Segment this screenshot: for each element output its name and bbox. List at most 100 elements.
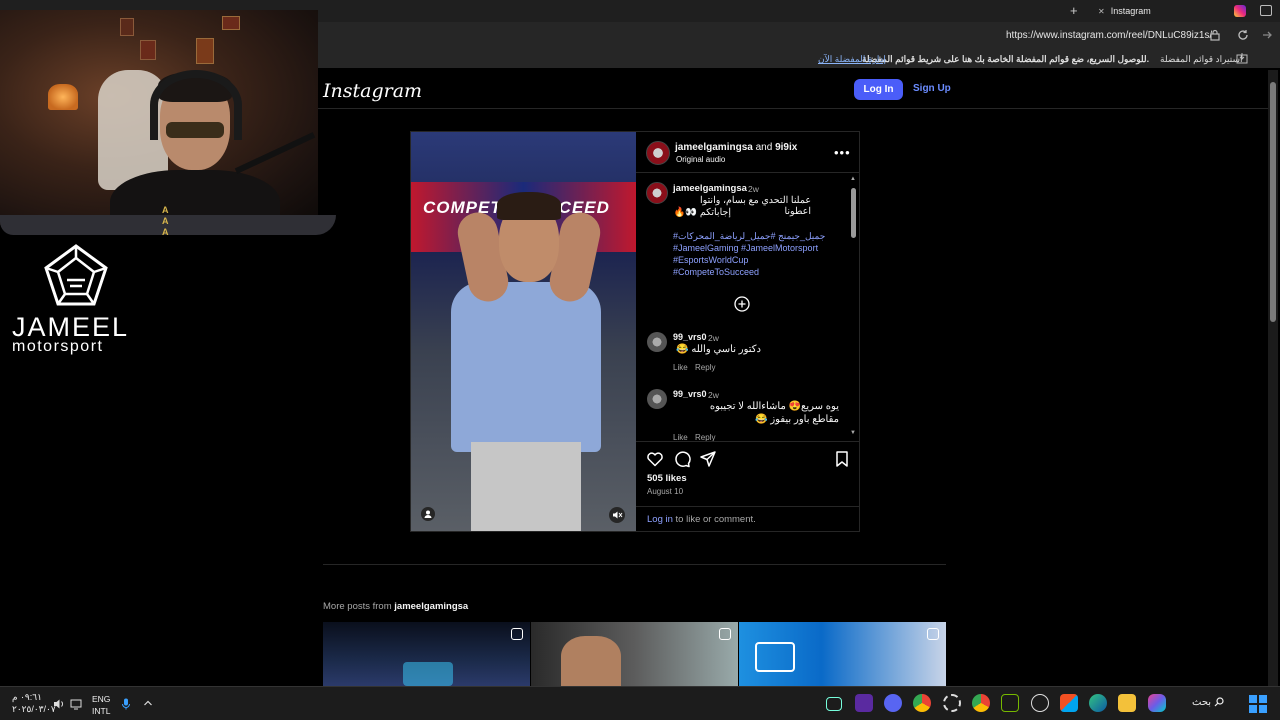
comment-like-button[interactable]: Like (673, 433, 688, 441)
page-scroll-thumb[interactable] (1270, 82, 1276, 322)
instagram-favicon-icon (1234, 5, 1246, 17)
reel-video[interactable]: COMPETE SUCCEED (411, 132, 636, 531)
network-icon[interactable] (70, 698, 82, 710)
discord-icon[interactable] (884, 694, 902, 712)
chrome-icon[interactable] (972, 694, 990, 712)
commenter-avatar[interactable] (647, 389, 667, 409)
comment-text: يوه سريع😍 ماشاءالله لا تجيبوه (709, 401, 839, 412)
comment-icon[interactable] (673, 450, 691, 468)
comment-text: مقاطع باور بيفوز 😂 (755, 414, 839, 425)
headphones (150, 70, 242, 140)
share-icon[interactable] (699, 450, 717, 468)
caption-avatar[interactable] (646, 182, 668, 204)
refresh-icon[interactable] (1237, 29, 1249, 41)
taskbar-app-icon[interactable] (855, 694, 873, 712)
comment-reply-button[interactable]: Reply (695, 433, 715, 441)
comments-scroll-area[interactable]: jameelgamingsa 2w عملنا التحدي مع بسام، … (636, 173, 860, 441)
favorites-bar-hint: للوصول السريع، ضع قوائم المفضلة الخاصة ب… (862, 54, 1150, 64)
copilot-icon[interactable] (1148, 694, 1166, 712)
webcam-overlay (0, 10, 318, 225)
bookmark-icon[interactable] (833, 450, 851, 468)
speaker-icon[interactable] (53, 698, 65, 710)
more-options-icon[interactable]: ••• (834, 145, 851, 160)
close-tab-icon[interactable]: ✕ (1098, 7, 1105, 16)
url-field[interactable]: https://www.instagram.com/reel/DNLuC89iz… (1006, 30, 1212, 41)
taskbar-time[interactable]: ٠٩:٦١ م (12, 692, 42, 703)
frame-decor (120, 18, 134, 36)
comment-username[interactable]: 99_vrs0 (673, 389, 707, 399)
comment-username[interactable]: 99_vrs0 (673, 332, 707, 342)
caption-username[interactable]: jameelgamingsa (673, 183, 747, 194)
audio-link[interactable]: Original audio (676, 155, 725, 164)
comments-scroll-thumb[interactable] (851, 188, 856, 238)
taskbar-app-icon[interactable] (826, 697, 842, 711)
login-prompt: Log in to like or comment. (647, 514, 756, 525)
author-avatar[interactable] (646, 141, 670, 165)
tray-expand-icon[interactable] (143, 698, 153, 708)
comment-like-button[interactable]: Like (673, 363, 688, 372)
heart-icon[interactable] (646, 450, 664, 468)
signup-link[interactable]: Sign Up (913, 83, 951, 94)
windows-logo-part (1258, 704, 1267, 713)
hashtag-link[interactable]: #جميل_جيمنج #جميل_لرياضة_المحركات (673, 231, 833, 242)
taskbar-date[interactable]: ٢٠٢٥/٠٣/٠٧ (12, 704, 56, 715)
import-favorites-button[interactable]: استيراد قوائم المفضلة (1160, 54, 1243, 65)
more-posts-user-link[interactable]: jameelgamingsa (394, 601, 468, 612)
instagram-logo[interactable]: Instagram (323, 80, 422, 102)
video-person-pants (471, 442, 581, 531)
motorsport-logo-text: motorsport (12, 338, 104, 355)
chrome-icon[interactable] (913, 694, 931, 712)
jameel-logo-icon (44, 244, 108, 306)
login-button[interactable]: Log In (854, 79, 903, 100)
import-favorites-icon[interactable] (1236, 53, 1248, 64)
new-tab-button[interactable]: + (1070, 3, 1078, 18)
load-more-comments-icon[interactable] (734, 296, 750, 312)
comment-reply-button[interactable]: Reply (695, 363, 715, 372)
frame-decor (140, 40, 156, 60)
author-username[interactable]: jameelgamingsa (675, 142, 753, 153)
hashtag-link[interactable]: #CompeteToSucceed (673, 267, 759, 277)
thumbnail-person (561, 636, 621, 686)
hashtag-link[interactable]: #EsportsWorldCup (673, 255, 748, 265)
nvidia-icon[interactable] (1001, 694, 1019, 712)
windows-logo-part (1249, 695, 1258, 704)
tab-instagram[interactable]: ✕ Instagram (1090, 1, 1250, 21)
collab-username[interactable]: 9i9ix (775, 142, 797, 153)
store-icon[interactable] (1060, 694, 1078, 712)
forward-icon[interactable] (1261, 29, 1273, 41)
search-label: بحث (1192, 697, 1212, 708)
post-thumbnail[interactable] (739, 622, 946, 686)
search-icon (1214, 697, 1224, 707)
manage-favorites-link[interactable]: إدارة المفضلة الآن (818, 54, 886, 65)
reel-icon (719, 628, 731, 640)
microphone-icon[interactable] (122, 698, 130, 710)
likes-count[interactable]: 505 likes (647, 473, 687, 484)
window-icon[interactable] (1260, 5, 1272, 16)
post-authors[interactable]: jameelgamingsa and 9i9ix (675, 142, 797, 153)
lock-icon[interactable] (1210, 29, 1220, 41)
taskbar-app-icon[interactable] (943, 694, 961, 712)
edge-icon[interactable] (1089, 694, 1107, 712)
scroll-down-icon[interactable]: ▼ (850, 430, 856, 436)
caption-text: إجاباتكم 👀🔥 (673, 207, 731, 218)
post-thumbnail[interactable] (531, 622, 738, 686)
file-explorer-icon[interactable] (1118, 694, 1136, 712)
frame-decor (222, 16, 240, 30)
tagged-user-icon[interactable] (421, 507, 435, 521)
taskbar-app-icon[interactable] (1031, 694, 1049, 712)
start-button[interactable] (1249, 695, 1267, 713)
mute-icon[interactable] (609, 507, 625, 523)
commenter-avatar[interactable] (647, 332, 667, 352)
post-thumbnail[interactable] (323, 622, 530, 686)
taskbar-search[interactable]: بحث (1192, 697, 1224, 708)
video-person-shirt (451, 282, 601, 452)
language-indicator[interactable]: ENG (92, 694, 110, 704)
hashtag-link[interactable]: #JameelGaming #JameelMotorsport (673, 243, 818, 253)
caption-time: 2w (748, 184, 759, 194)
more-posts-heading: More posts from jameelgamingsa (323, 601, 468, 612)
video-person-hair (497, 192, 561, 220)
scroll-up-icon[interactable]: ▲ (850, 176, 856, 182)
keyboard-layout-indicator[interactable]: INTL (92, 706, 110, 716)
login-link[interactable]: Log in (647, 514, 673, 525)
post-date: August 10 (647, 487, 684, 496)
